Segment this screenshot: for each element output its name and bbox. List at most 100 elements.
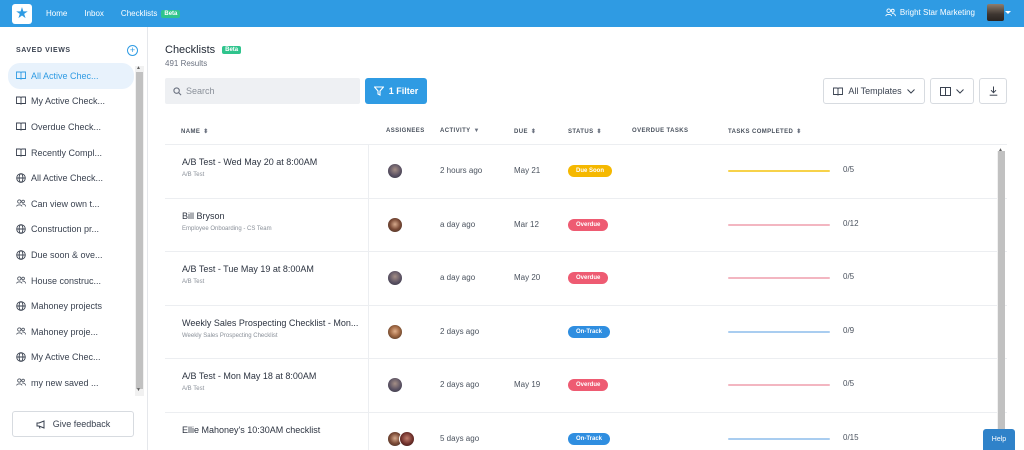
saved-view-item[interactable]: Mahoney proje... [8, 319, 134, 345]
assignee-avatar[interactable] [387, 323, 403, 340]
filter-icon [373, 86, 384, 96]
table-row[interactable]: Bill Bryson Employee Onboarding - CS Team… [165, 198, 1007, 252]
users-icon [16, 199, 26, 209]
scroll-up-arrow-icon[interactable]: ▲ [998, 147, 1003, 153]
tasks-progress-bar [728, 223, 830, 226]
top-navigation-bar: ★ Home Inbox Checklists Beta Bright Star… [0, 0, 1024, 27]
help-button[interactable]: Help [983, 429, 1015, 450]
template-name: A/B Test [182, 279, 205, 285]
column-header-activity[interactable]: ACTIVITY ▼ [440, 128, 480, 134]
users-icon [885, 8, 896, 17]
due-date: May 20 [514, 273, 541, 282]
saved-view-item[interactable]: Due soon & ove... [8, 242, 134, 268]
page-title-text: Checklists [165, 44, 216, 56]
saved-view-item[interactable]: my new saved ... [8, 370, 134, 396]
sort-descending-icon: ▼ [473, 128, 480, 134]
activity-time: 2 hours ago [440, 166, 483, 175]
name-cell[interactable]: A/B Test - Wed May 20 at 8:00AM A/B Test [165, 145, 369, 198]
templates-dropdown[interactable]: All Templates [823, 78, 925, 104]
nav-inbox[interactable]: Inbox [84, 9, 104, 18]
saved-view-label: Mahoney proje... [31, 326, 99, 337]
table-row[interactable]: A/B Test - Mon May 18 at 8:00AM A/B Test 2… [165, 359, 1007, 413]
assignee-avatar[interactable] [387, 216, 403, 233]
tasks-progress-bar [728, 437, 830, 440]
table-row[interactable]: A/B Test - Wed May 20 at 8:00AM A/B Test 2… [165, 145, 1007, 199]
name-cell[interactable]: Weekly Sales Prospecting Checklist - Mon… [165, 305, 369, 358]
table-row[interactable]: Ellie Mahoney's 10:30AM checklist 5 days … [165, 412, 1007, 450]
nav-home[interactable]: Home [46, 9, 67, 18]
sort-icon: ⬍ [530, 129, 537, 135]
saved-view-item[interactable]: My Active Check... [8, 89, 134, 115]
saved-view-item[interactable]: Construction pr... [8, 217, 134, 243]
table-row[interactable]: Weekly Sales Prospecting Checklist - Mon… [165, 305, 1007, 359]
chevron-down-icon[interactable] [1005, 11, 1011, 14]
column-header-assignees[interactable]: ASSIGNEES [386, 128, 425, 134]
saved-view-item[interactable]: Mahoney projects [8, 293, 134, 319]
saved-view-label: All Active Chec... [31, 70, 99, 81]
saved-view-label: Can view own t... [31, 198, 100, 209]
column-header-due[interactable]: DUE ⬍ [514, 128, 537, 136]
scroll-down-arrow-icon[interactable]: ▼ [136, 387, 141, 393]
activity-time: 2 days ago [440, 326, 480, 336]
checklist-name[interactable]: Weekly Sales Prospecting Checklist - Mon… [182, 318, 364, 328]
saved-view-item[interactable]: All Active Check... [8, 165, 134, 191]
chevron-down-icon [906, 88, 915, 94]
saved-view-label: House construc... [31, 275, 102, 286]
download-button[interactable] [979, 78, 1007, 104]
book-icon [833, 87, 844, 96]
column-header-name[interactable]: NAME ⬍ [181, 128, 209, 136]
tasks-completed-count: 0/5 [843, 165, 855, 174]
name-cell[interactable]: Bill Bryson Employee Onboarding - CS Team [165, 198, 369, 251]
saved-view-item[interactable]: Can view own t... [8, 191, 134, 217]
name-cell[interactable]: Ellie Mahoney's 10:30AM checklist [165, 412, 369, 450]
search-box[interactable] [165, 78, 360, 104]
saved-view-label: My Active Check... [31, 96, 106, 107]
columns-dropdown[interactable] [930, 78, 974, 104]
checklist-name[interactable]: Bill Bryson [182, 211, 364, 221]
column-header-status[interactable]: STATUS ⬍ [568, 128, 602, 136]
search-input[interactable] [186, 86, 346, 96]
checklist-name[interactable]: A/B Test - Tue May 19 at 8:00AM [182, 264, 364, 274]
filter-button[interactable]: 1 Filter [365, 78, 427, 104]
saved-view-label: Due soon & ove... [31, 249, 103, 260]
status-badge: Overdue [568, 218, 609, 231]
user-avatar[interactable] [987, 4, 1004, 21]
saved-view-label: Construction pr... [31, 224, 100, 235]
table-scrollbar-thumb[interactable] [997, 151, 1005, 450]
plus-circle-icon[interactable]: + [127, 45, 138, 56]
checklist-name[interactable]: A/B Test - Mon May 18 at 8:00AM [182, 371, 364, 381]
status-badge: Overdue [568, 272, 609, 284]
checklists-table-body: A/B Test - Wed May 20 at 8:00AM A/B Test 2… [165, 145, 1007, 450]
saved-view-item[interactable]: Overdue Check... [8, 114, 134, 140]
saved-view-item[interactable]: My Active Chec... [8, 345, 134, 371]
name-cell[interactable]: A/B Test - Mon May 18 at 8:00AM A/B Test [165, 359, 369, 412]
sidebar-scrollbar-thumb[interactable] [136, 72, 143, 389]
assignees [387, 216, 403, 233]
template-name: Weekly Sales Prospecting Checklist [182, 332, 278, 339]
nav-checklists[interactable]: Checklists Beta [120, 9, 181, 18]
checklists-main: Checklists Beta 491 Results 1 Filter All… [149, 27, 1024, 450]
tasks-progress-bar [728, 170, 830, 172]
saved-view-item[interactable]: All Active Chec... [8, 63, 134, 89]
scroll-up-arrow-icon[interactable]: ▲ [136, 65, 141, 71]
checklist-name[interactable]: A/B Test - Wed May 20 at 8:00AM [182, 157, 364, 167]
saved-view-item[interactable]: House construc... [8, 268, 134, 294]
users-icon [16, 327, 26, 337]
app-logo-star-icon[interactable]: ★ [12, 3, 32, 24]
assignee-avatar[interactable] [387, 270, 403, 286]
name-cell[interactable]: A/B Test - Tue May 19 at 8:00AM A/B Test [165, 252, 369, 305]
column-header-tasks-completed[interactable]: TASKS COMPLETED ⬍ [728, 128, 802, 136]
assignee-avatar[interactable] [387, 163, 403, 179]
templates-dropdown-label: All Templates [848, 86, 902, 96]
column-header-overdue-tasks[interactable]: OVERDUE TASKS [632, 128, 688, 134]
organization-switcher[interactable]: Bright Star Marketing [885, 8, 975, 17]
checklist-name[interactable]: Ellie Mahoney's 10:30AM checklist [182, 425, 364, 435]
give-feedback-button[interactable]: Give feedback [12, 411, 134, 437]
assignee-avatar[interactable] [399, 430, 415, 447]
assignee-avatar[interactable] [387, 377, 403, 393]
table-row[interactable]: A/B Test - Tue May 19 at 8:00AM A/B Test a… [165, 252, 1007, 306]
nav-checklists-label: Checklists [120, 9, 158, 18]
globe-icon [16, 224, 26, 235]
saved-view-item[interactable]: Recently Compl... [8, 140, 134, 166]
tasks-completed-count: 0/12 [843, 218, 859, 228]
